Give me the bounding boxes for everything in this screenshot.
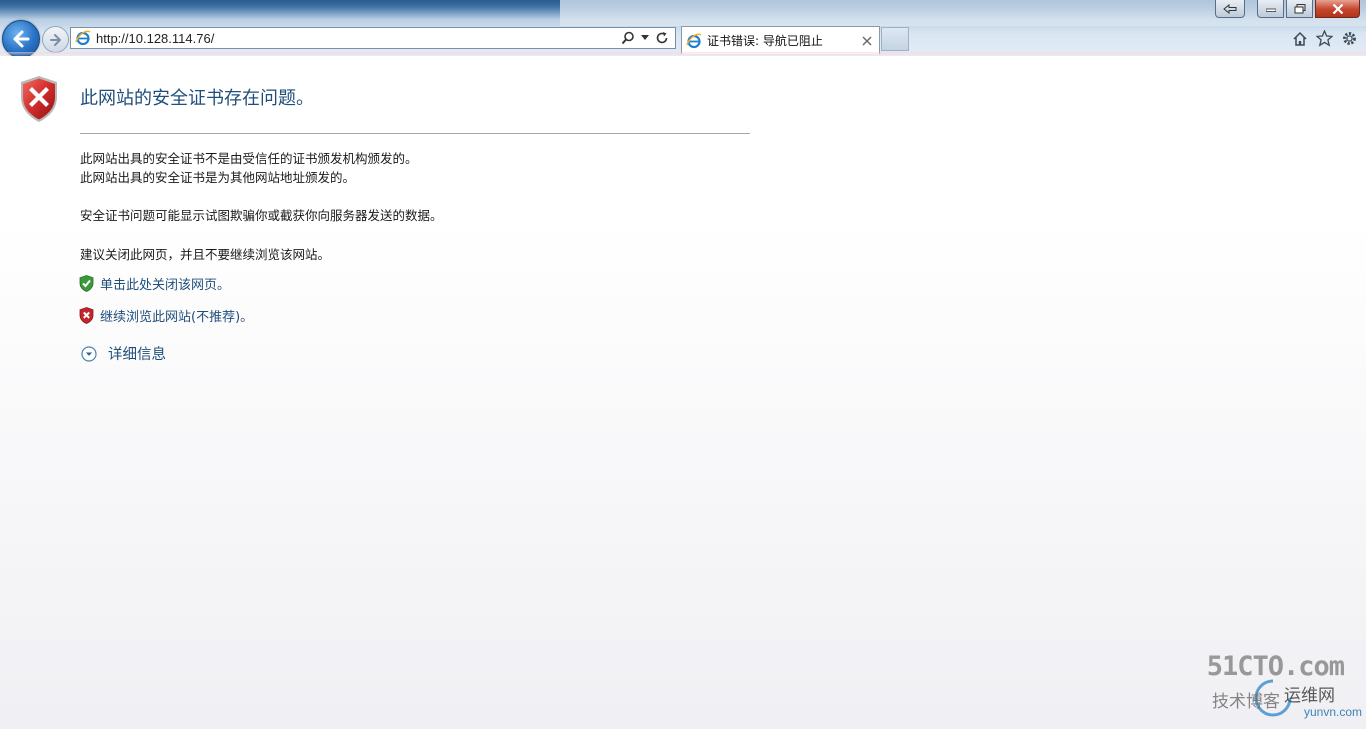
home-icon[interactable] xyxy=(1291,30,1308,47)
maximize-icon xyxy=(1294,3,1305,13)
tab-title: 证书错误: 导航已阻止 xyxy=(707,34,823,48)
tab-close-button[interactable] xyxy=(859,33,875,49)
favorites-star-icon[interactable] xyxy=(1316,30,1333,47)
unsafe-shield-icon xyxy=(79,307,94,324)
maximize-button[interactable] xyxy=(1286,0,1313,18)
continue-link[interactable]: 继续浏览此网站(不推荐)。 xyxy=(100,306,253,325)
search-icon[interactable] xyxy=(621,31,635,45)
reason-untrusted-ca: 此网站出具的安全证书不是由受信任的证书颁发机构颁发的。 xyxy=(80,151,418,166)
continue-action[interactable]: 继续浏览此网站(不推荐)。 xyxy=(79,306,253,325)
dropdown-icon[interactable] xyxy=(641,35,649,41)
details-toggle[interactable]: 详细信息 xyxy=(81,343,166,364)
forward-icon xyxy=(49,33,61,46)
close-page-action[interactable]: 单击此处关闭该网页。 xyxy=(79,274,230,293)
tools-gear-icon[interactable] xyxy=(1341,30,1358,47)
close-page-link[interactable]: 单击此处关闭该网页。 xyxy=(100,274,230,293)
tab-certificate-error[interactable]: 证书错误: 导航已阻止 xyxy=(681,26,880,54)
new-tab-button[interactable] xyxy=(881,27,909,51)
window-controls xyxy=(1215,0,1360,18)
restore-window-button[interactable] xyxy=(1215,0,1245,18)
back-button[interactable] xyxy=(2,20,40,56)
command-icons xyxy=(1291,30,1358,47)
browser-toolbar: http://10.128.114.76/ 证书错误: 导航已阻止 xyxy=(0,0,1366,56)
back-icon xyxy=(13,30,30,48)
watermark-sub-left: 技术博客 xyxy=(1212,692,1280,712)
error-shield-icon xyxy=(21,76,57,122)
expand-chevron-icon xyxy=(81,345,97,362)
restore-icon xyxy=(1223,3,1237,14)
certificate-error-page: 此网站的安全证书存在问题。 此网站出具的安全证书不是由受信任的证书颁发机构颁发的… xyxy=(0,56,1366,729)
close-icon xyxy=(1332,3,1343,14)
divider xyxy=(80,133,750,134)
recommendation-text: 建议关闭此网页，并且不要继续浏览该网站。 xyxy=(80,247,331,262)
watermark-domain: yunvn.com xyxy=(1303,705,1362,719)
details-label: 详细信息 xyxy=(108,347,166,363)
reason-address-mismatch: 此网站出具的安全证书是为其他网站地址颁发的。 xyxy=(80,170,356,185)
tab-ie-logo-icon xyxy=(686,33,702,49)
ie-logo-icon xyxy=(75,30,91,46)
close-icon xyxy=(862,36,872,45)
minimize-button[interactable] xyxy=(1257,0,1284,18)
forward-button[interactable] xyxy=(42,26,69,53)
url-text[interactable]: http://10.128.114.76/ xyxy=(96,31,621,46)
safe-shield-icon xyxy=(79,275,94,292)
refresh-icon[interactable] xyxy=(655,31,669,45)
address-bar[interactable]: http://10.128.114.76/ xyxy=(70,27,676,49)
page-title: 此网站的安全证书存在问题。 xyxy=(80,88,314,109)
warning-text: 安全证书问题可能显示试图欺骗你或截获你向服务器发送的数据。 xyxy=(80,208,443,223)
watermark: 51CTO.com 技术博客 运维网 yunvn.com xyxy=(1207,651,1362,719)
close-window-button[interactable] xyxy=(1315,0,1360,18)
watermark-sub-right: 运维网 xyxy=(1284,686,1335,706)
minimize-icon xyxy=(1265,8,1276,12)
